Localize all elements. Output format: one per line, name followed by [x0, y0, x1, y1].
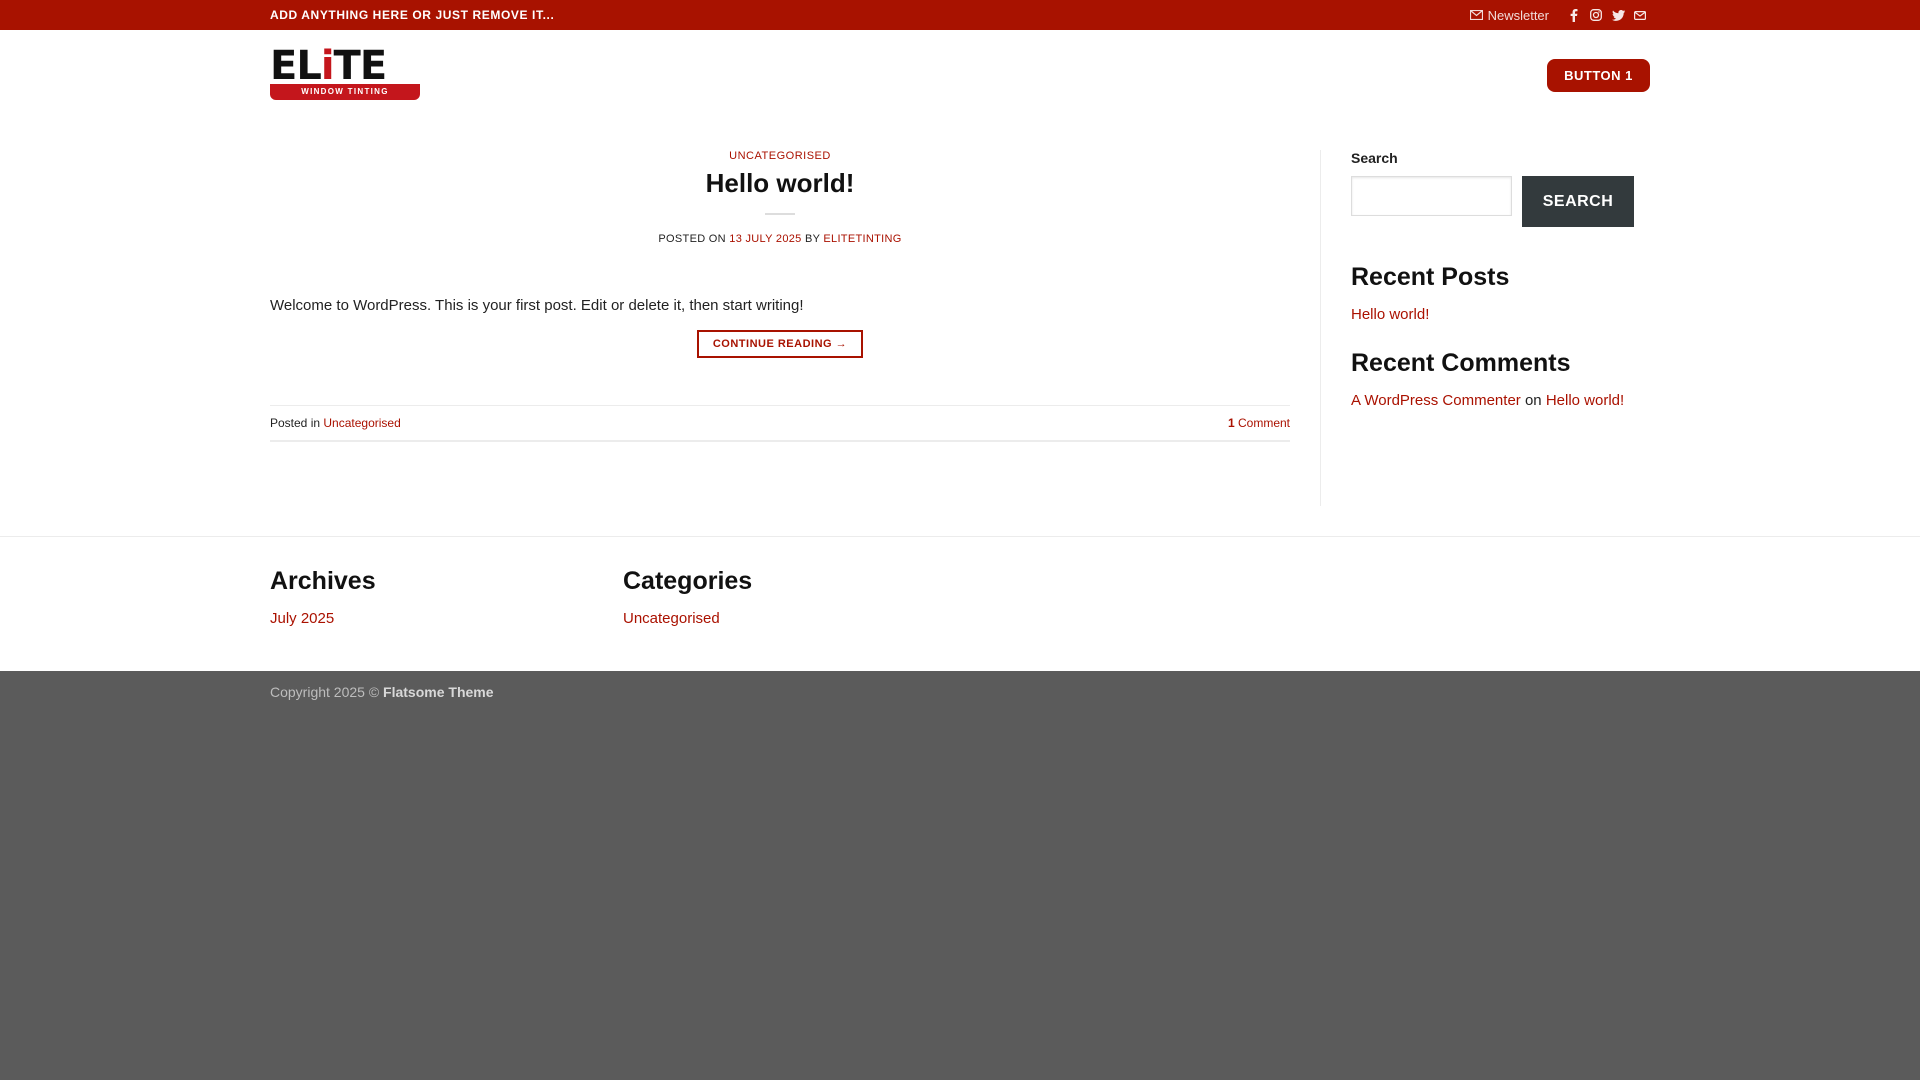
posted-in-label: Posted in	[270, 416, 321, 430]
posted-in-category-link[interactable]: Uncategorised	[323, 416, 400, 430]
site-header: ELiTE WINDOW TINTING BUTTON 1	[0, 30, 1920, 120]
post-date-link[interactable]: 13 JULY 2025	[729, 233, 801, 245]
recent-comment-item: A WordPress Commenter on Hello world!	[1351, 392, 1625, 409]
category-link[interactable]: Uncategorised	[623, 610, 720, 627]
theme-credit: Flatsome Theme	[383, 684, 494, 700]
post-meta: POSTED ON 13 JULY 2025 BY ELITETINTING	[658, 233, 902, 245]
main-content: UNCATEGORISED Hello world! POSTED ON 13 …	[0, 120, 1920, 536]
archives-title: Archives	[270, 567, 376, 595]
archive-link[interactable]: July 2025	[270, 610, 334, 627]
archives-widget: Archives July 2025	[270, 567, 376, 627]
logo-tagline: WINDOW TINTING	[270, 84, 420, 100]
continue-reading-button[interactable]: CONTINUE READING →	[696, 330, 864, 358]
sidebar-divider	[1320, 150, 1321, 506]
post-author-link[interactable]: ELITETINTING	[823, 233, 901, 245]
newsletter-label: Newsletter	[1487, 7, 1549, 23]
top-bar-message: ADD ANYTHING HERE OR JUST REMOVE IT...	[270, 8, 555, 22]
post-title[interactable]: Hello world!	[706, 168, 855, 198]
recent-post-link[interactable]: Hello world!	[1351, 306, 1429, 323]
top-bar-links: Newsletter	[1469, 0, 1647, 30]
categories-title: Categories	[623, 567, 753, 595]
search-label: Search	[1351, 150, 1398, 166]
newsletter-link[interactable]: Newsletter	[1469, 7, 1549, 23]
top-bar: ADD ANYTHING HERE OR JUST REMOVE IT... N…	[0, 0, 1920, 30]
site-logo[interactable]: ELiTE WINDOW TINTING	[270, 43, 420, 102]
logo-wordmark: ELiTE	[270, 43, 387, 89]
envelope-icon	[1469, 10, 1483, 20]
post-category-link[interactable]: UNCATEGORISED	[729, 150, 831, 162]
blog-post: UNCATEGORISED Hello world! POSTED ON 13 …	[270, 150, 1290, 442]
twitter-icon[interactable]	[1611, 8, 1625, 22]
footer-widgets: Archives July 2025 Categories Uncategori…	[0, 536, 1920, 671]
comment-post-link[interactable]: Hello world!	[1546, 392, 1624, 409]
mail-icon[interactable]	[1633, 8, 1647, 22]
instagram-icon[interactable]	[1589, 8, 1603, 22]
comments-count: 1	[1227, 416, 1235, 430]
comments-link[interactable]: 1 Comment	[1228, 406, 1290, 441]
sidebar: Search SEARCH Recent Posts Hello world! …	[1351, 150, 1651, 409]
categories-widget: Categories Uncategorised	[623, 567, 752, 627]
facebook-icon[interactable]	[1567, 8, 1581, 22]
recent-posts-title: Recent Posts	[1351, 263, 1510, 291]
search-input[interactable]	[1351, 176, 1512, 216]
copyright: Copyright 2025 © Flatsome Theme	[270, 684, 494, 700]
header-button-1[interactable]: BUTTON 1	[1547, 59, 1650, 92]
comments-label: Comment	[1237, 416, 1290, 430]
title-divider	[765, 213, 795, 215]
post-excerpt: Welcome to WordPress. This is your first…	[270, 297, 804, 314]
search-button[interactable]: SEARCH	[1522, 176, 1634, 227]
recent-comments-title: Recent Comments	[1351, 349, 1571, 377]
post-footer: Posted in Uncategorised 1 Comment	[270, 405, 1290, 442]
comment-author-link[interactable]: A WordPress Commenter	[1351, 392, 1521, 409]
